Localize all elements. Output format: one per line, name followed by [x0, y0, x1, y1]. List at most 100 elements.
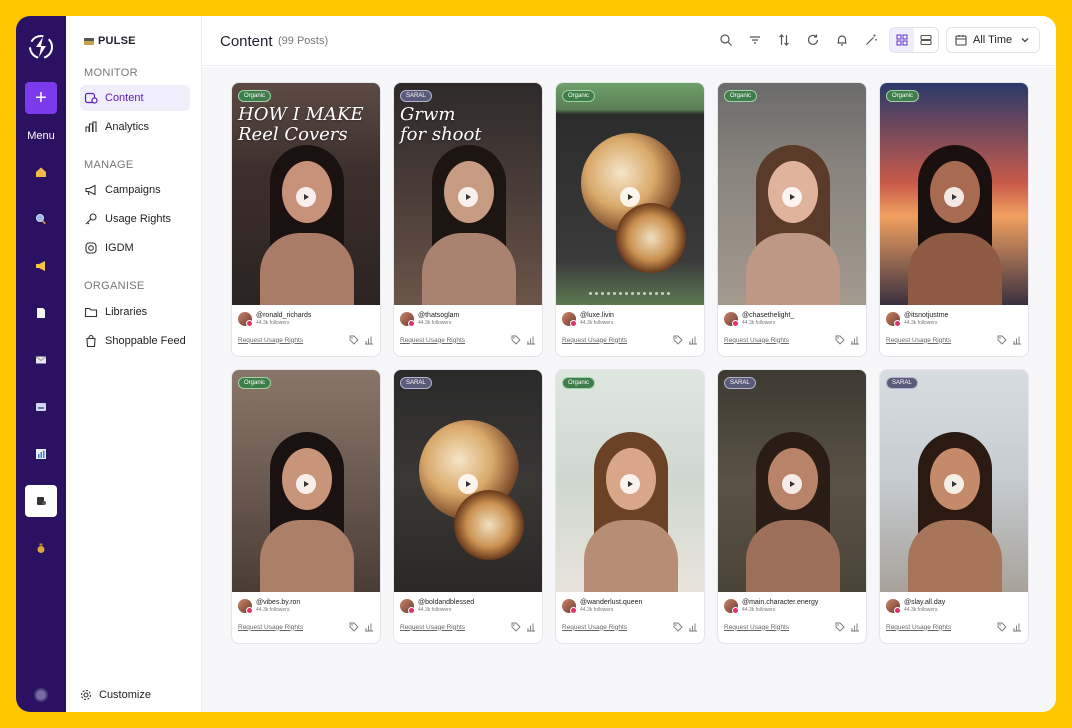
request-usage-rights-link[interactable]: Request Usage Rights: [562, 624, 627, 631]
magic-wand-icon[interactable]: [863, 32, 879, 48]
post-card[interactable]: SARAL @slay.all.day 44.3k followers Requ…: [879, 369, 1029, 644]
request-usage-rights-link[interactable]: Request Usage Rights: [724, 337, 789, 344]
request-usage-rights-link[interactable]: Request Usage Rights: [724, 624, 789, 631]
megaphone-icon[interactable]: [25, 250, 57, 282]
time-range-select[interactable]: All Time: [946, 27, 1040, 53]
play-button[interactable]: [944, 187, 964, 207]
post-thumbnail[interactable]: SARAL: [718, 370, 866, 592]
analytics-icon[interactable]: [688, 335, 698, 345]
post-thumbnail[interactable]: Organic: [718, 83, 866, 305]
tag-icon[interactable]: [835, 335, 845, 345]
request-usage-rights-link[interactable]: Request Usage Rights: [886, 624, 951, 631]
profile-avatar[interactable]: [34, 688, 48, 702]
tag-icon[interactable]: [349, 335, 359, 345]
creator[interactable]: @thatsoglam 44.3k followers: [400, 311, 536, 327]
post-thumbnail[interactable]: SARAL: [394, 370, 542, 592]
money-bag-icon[interactable]: [25, 532, 57, 564]
request-usage-rights-link[interactable]: Request Usage Rights: [400, 337, 465, 344]
list-view-button[interactable]: [914, 28, 938, 52]
sort-icon[interactable]: [776, 32, 792, 48]
mail-icon[interactable]: [25, 344, 57, 376]
play-button[interactable]: [782, 474, 802, 494]
creator[interactable]: @slay.all.day 44.3k followers: [886, 598, 1022, 614]
search-icon[interactable]: [25, 203, 57, 235]
sidebar-item-usage-rights[interactable]: Usage Rights: [80, 206, 190, 232]
tag-icon[interactable]: [997, 622, 1007, 632]
sidebar-item-content[interactable]: Content: [80, 85, 190, 111]
creator[interactable]: @luxe.livin 44.3k followers: [562, 311, 698, 327]
post-card[interactable]: Organic @itsnotjustme 44.3k followers Re…: [879, 82, 1029, 357]
filter-icon[interactable]: [747, 32, 763, 48]
create-button[interactable]: +: [25, 82, 57, 114]
refresh-icon[interactable]: [805, 32, 821, 48]
sidebar-item-analytics[interactable]: Analytics: [80, 114, 190, 140]
post-card[interactable]: Organic @luxe.livin 44.3k followers Requ…: [555, 82, 705, 357]
home-icon[interactable]: [25, 156, 57, 188]
chart-icon[interactable]: [25, 438, 57, 470]
creator[interactable]: @ronald_richards 44.3k followers: [238, 311, 374, 327]
post-thumbnail[interactable]: SARAL: [880, 370, 1028, 592]
post-card[interactable]: SARAL @boldandblessed 44.3k followers Re…: [393, 369, 543, 644]
content-icon[interactable]: [25, 485, 57, 517]
tag-icon[interactable]: [997, 335, 1007, 345]
inbox-icon[interactable]: [25, 391, 57, 423]
analytics-icon[interactable]: [526, 622, 536, 632]
carousel-dots[interactable]: [589, 292, 670, 295]
creator[interactable]: @itsnotjustme 44.3k followers: [886, 311, 1022, 327]
document-icon[interactable]: [25, 297, 57, 329]
creator[interactable]: @main.character.energy 44.3k followers: [724, 598, 860, 614]
request-usage-rights-link[interactable]: Request Usage Rights: [400, 624, 465, 631]
analytics-icon[interactable]: [850, 335, 860, 345]
analytics-icon[interactable]: [1012, 622, 1022, 632]
creator[interactable]: @boldandblessed 44.3k followers: [400, 598, 536, 614]
sidebar-item-igdm[interactable]: IGDM: [80, 235, 190, 261]
tag-icon[interactable]: [349, 622, 359, 632]
post-thumbnail[interactable]: HOW I MAKE Reel Covers Organic: [232, 83, 380, 305]
post-thumbnail[interactable]: Organic: [232, 370, 380, 592]
analytics-icon[interactable]: [688, 622, 698, 632]
customize-button[interactable]: Customize: [80, 689, 151, 701]
creator[interactable]: @wanderlust.queen 44.3k followers: [562, 598, 698, 614]
request-usage-rights-link[interactable]: Request Usage Rights: [886, 337, 951, 344]
analytics-icon[interactable]: [850, 622, 860, 632]
post-card[interactable]: Organic @chasethelight_ 44.3k followers …: [717, 82, 867, 357]
creator[interactable]: @chasethelight_ 44.3k followers: [724, 311, 860, 327]
request-usage-rights-link[interactable]: Request Usage Rights: [562, 337, 627, 344]
tag-icon[interactable]: [673, 622, 683, 632]
post-thumbnail[interactable]: Organic: [556, 370, 704, 592]
play-button[interactable]: [620, 474, 640, 494]
post-card[interactable]: Grwm for shoot SARAL @thatsoglam 44.3k f…: [393, 82, 543, 357]
post-card[interactable]: Organic @vibes.by.ron 44.3k followers Re…: [231, 369, 381, 644]
request-usage-rights-link[interactable]: Request Usage Rights: [238, 337, 303, 344]
tag-icon[interactable]: [511, 335, 521, 345]
post-card[interactable]: HOW I MAKE Reel Covers Organic @ronald_r…: [231, 82, 381, 357]
post-card[interactable]: SARAL @main.character.energy 44.3k follo…: [717, 369, 867, 644]
sidebar-item-campaigns[interactable]: Campaigns: [80, 177, 190, 203]
post-thumbnail[interactable]: Organic: [556, 83, 704, 305]
tag-icon[interactable]: [835, 622, 845, 632]
creator[interactable]: @vibes.by.ron 44.3k followers: [238, 598, 374, 614]
play-button[interactable]: [458, 474, 478, 494]
analytics-icon[interactable]: [526, 335, 536, 345]
request-usage-rights-link[interactable]: Request Usage Rights: [238, 624, 303, 631]
play-button[interactable]: [944, 474, 964, 494]
play-button[interactable]: [296, 187, 316, 207]
bell-icon[interactable]: [834, 32, 850, 48]
search-icon[interactable]: [718, 32, 734, 48]
post-card[interactable]: Organic @wanderlust.queen 44.3k follower…: [555, 369, 705, 644]
post-thumbnail[interactable]: Organic: [880, 83, 1028, 305]
play-button[interactable]: [458, 187, 478, 207]
analytics-icon[interactable]: [1012, 335, 1022, 345]
sidebar-item-libraries[interactable]: Libraries: [80, 299, 190, 325]
play-button[interactable]: [296, 474, 316, 494]
analytics-icon[interactable]: [364, 335, 374, 345]
post-thumbnail[interactable]: Grwm for shoot SARAL: [394, 83, 542, 305]
tag-icon[interactable]: [511, 622, 521, 632]
analytics-icon[interactable]: [364, 622, 374, 632]
play-button[interactable]: [620, 187, 640, 207]
grid-view-button[interactable]: [890, 28, 914, 52]
sidebar-item-shoppable-feed[interactable]: Shoppable Feed: [80, 328, 190, 354]
pulse-logo-icon[interactable]: [28, 34, 54, 60]
play-button[interactable]: [782, 187, 802, 207]
tag-icon[interactable]: [673, 335, 683, 345]
